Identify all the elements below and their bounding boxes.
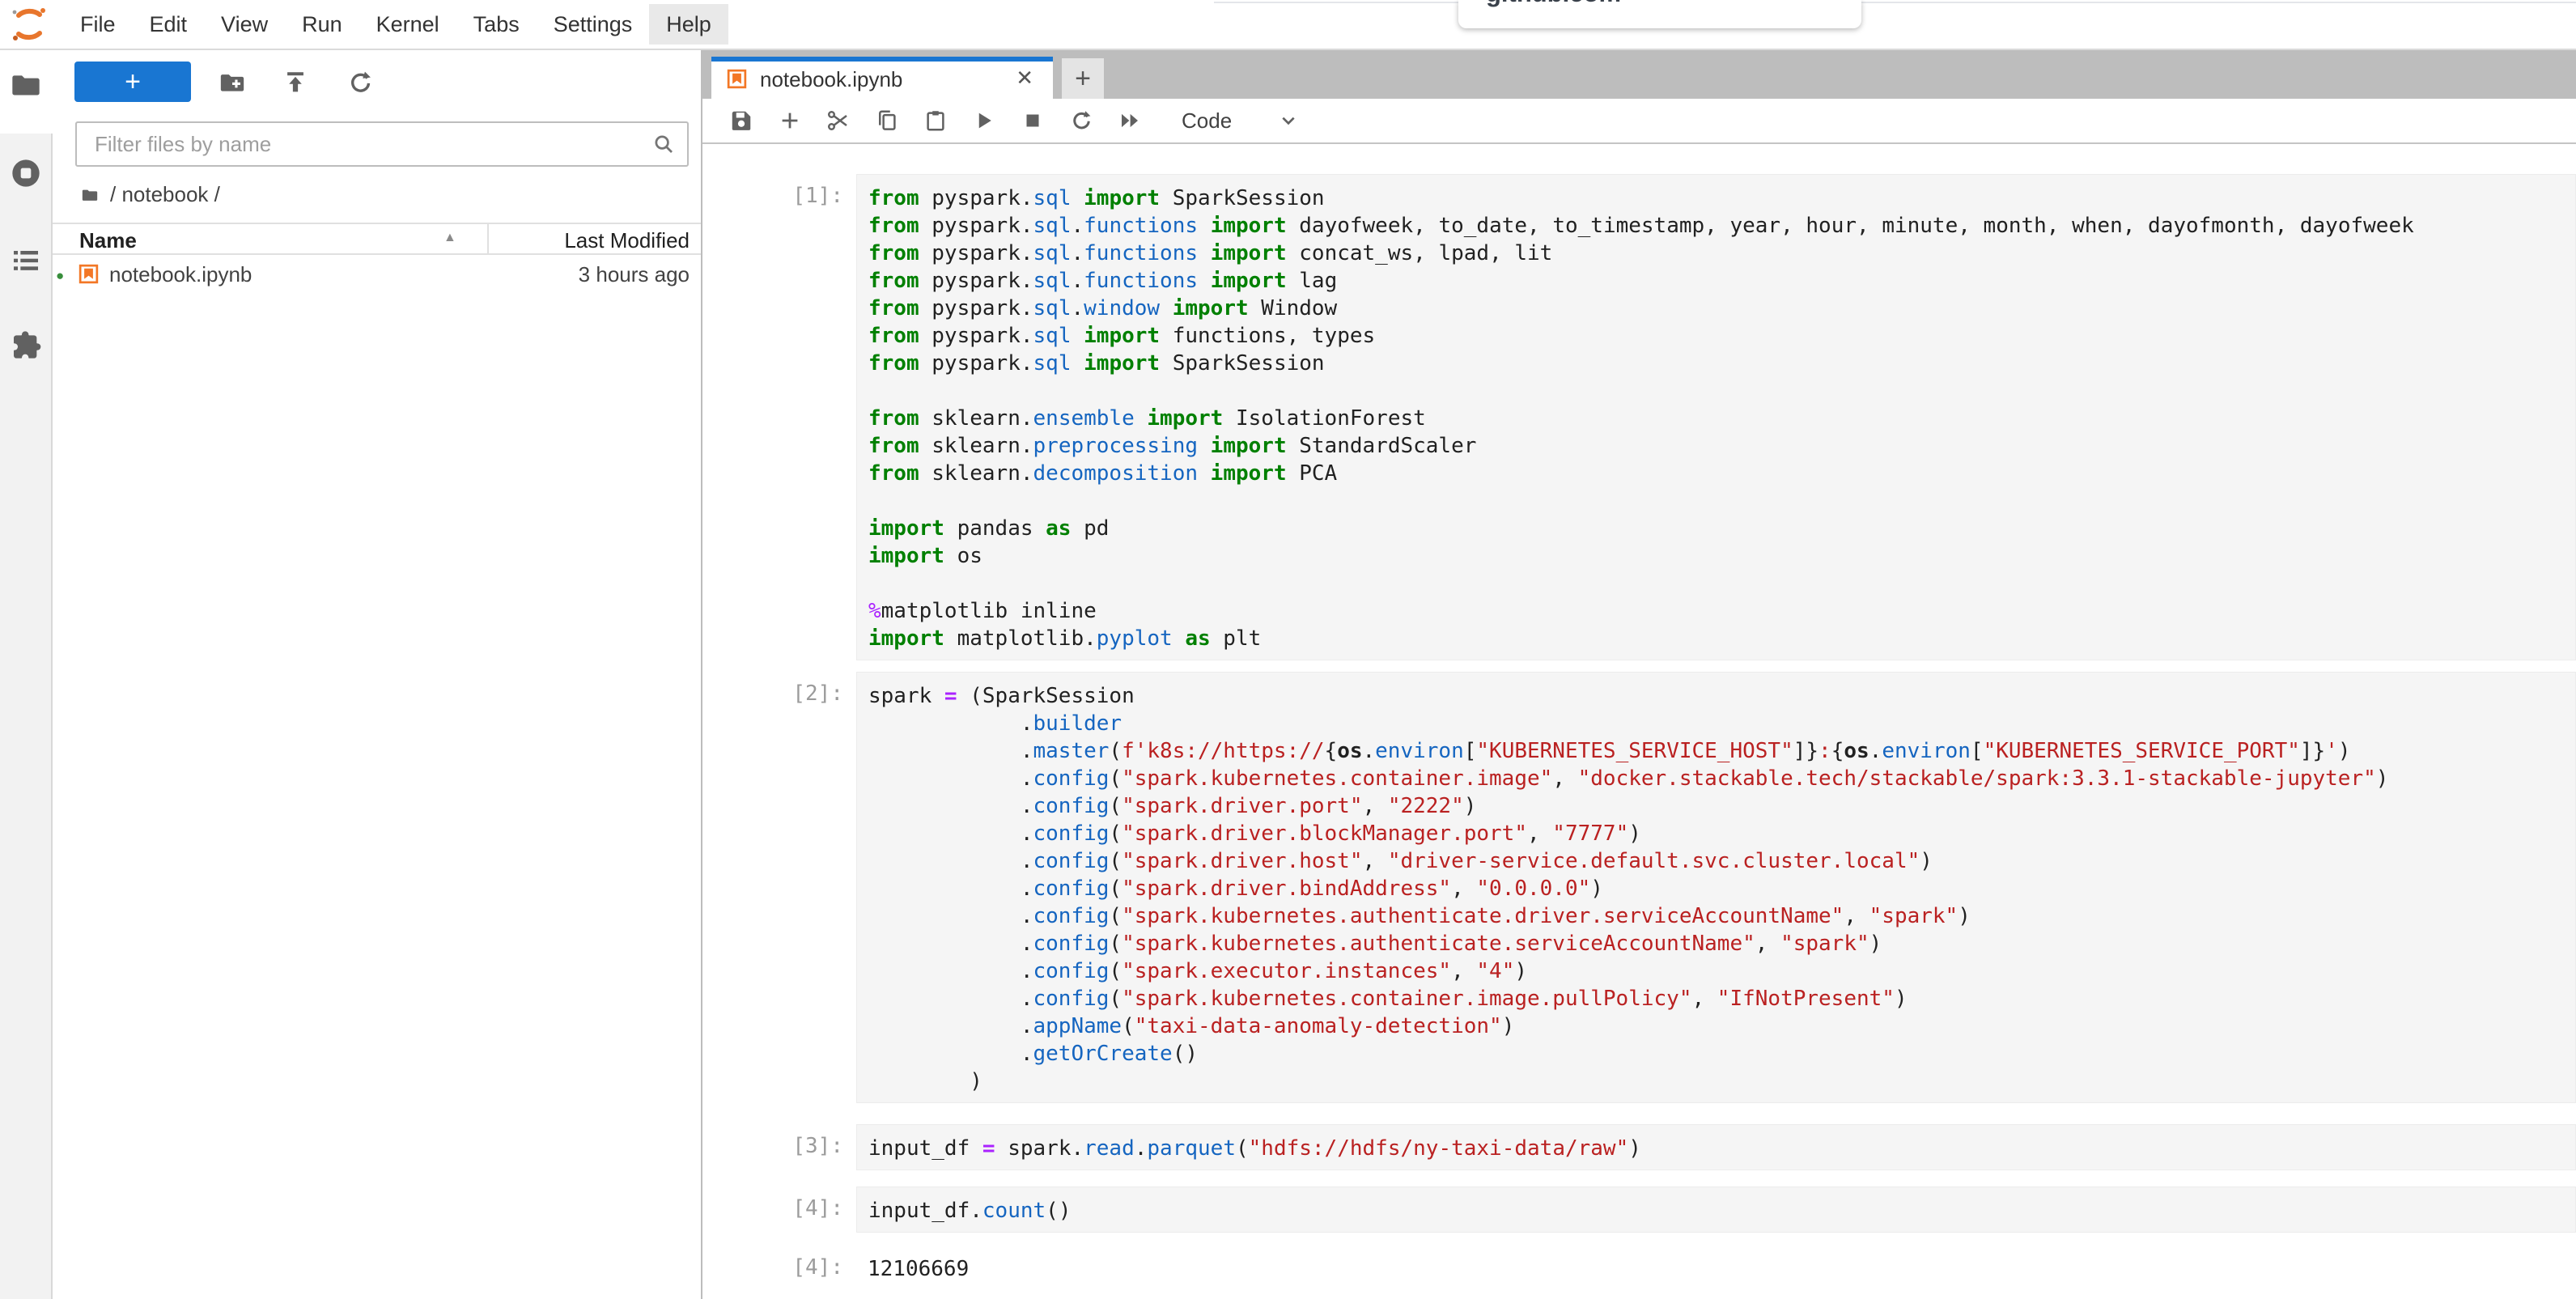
stop-icon	[1021, 108, 1045, 133]
sidebar-tab-running-sessions[interactable]	[9, 158, 43, 192]
sidebar-tab-extension-manager[interactable]	[9, 329, 43, 363]
refresh-button[interactable]	[342, 65, 378, 100]
cut-cells-button[interactable]	[822, 101, 855, 140]
new-launcher-button[interactable]: +	[74, 62, 191, 102]
folder-icon	[10, 69, 42, 105]
new-tab-button[interactable]: +	[1062, 58, 1104, 99]
github-popup: github.com	[1458, 0, 1861, 28]
file-list: ● notebook.ipynb 3 hours ago	[53, 257, 701, 294]
kernel-running-dot: ●	[56, 268, 64, 284]
run-cell-button[interactable]	[968, 101, 1000, 140]
upload-icon	[282, 69, 309, 96]
extensions-icon	[10, 329, 42, 365]
new-folder-button[interactable]	[214, 65, 250, 100]
running-icon	[10, 157, 42, 193]
column-header-name[interactable]: Name	[79, 228, 137, 253]
menu-item-kernel[interactable]: Kernel	[359, 4, 456, 45]
input-prompt: [1]:	[702, 174, 856, 660]
run-icon	[972, 108, 996, 133]
search-icon	[651, 132, 676, 156]
plus-icon: +	[125, 66, 141, 98]
column-header-modified[interactable]: Last Modified	[564, 228, 690, 253]
copy-cells-button[interactable]	[871, 101, 903, 140]
file-name: notebook.ipynb	[109, 262, 252, 287]
menu-item-settings[interactable]: Settings	[537, 4, 650, 45]
sidebar-tab-file-browser[interactable]	[9, 70, 43, 104]
column-divider	[487, 224, 489, 253]
interrupt-kernel-button[interactable]	[1016, 101, 1049, 140]
output-cell: [4]:12106669	[702, 1246, 2576, 1290]
file-filter-input[interactable]	[95, 123, 629, 165]
output-prompt: [4]:	[702, 1246, 856, 1290]
restart-run-all-button[interactable]	[1114, 101, 1146, 140]
menu-item-view[interactable]: View	[204, 4, 285, 45]
notebook-file-icon	[78, 263, 100, 285]
sort-ascending-icon: ▲	[443, 231, 456, 245]
jupyter-logo-icon	[10, 5, 49, 44]
code-cell: [1]:from pyspark.sql import SparkSession…	[702, 174, 2576, 660]
menubar-items: FileEditViewRunKernelTabsSettingsHelp	[63, 0, 728, 49]
code-cell: [2]:spark = (SparkSession .builder .mast…	[702, 672, 2576, 1103]
code-cell: [3]:input_df = spark.read.parquet("hdfs:…	[702, 1124, 2576, 1170]
left-activity-bar	[0, 50, 53, 1299]
add-cell-button[interactable]	[774, 101, 806, 140]
restart-kernel-button[interactable]	[1065, 101, 1097, 140]
tab-notebook[interactable]: notebook.ipynb ✕	[711, 57, 1053, 99]
save-button[interactable]	[725, 101, 758, 140]
input-prompt: [2]:	[702, 672, 856, 1103]
input-prompt: [3]:	[702, 1124, 856, 1170]
file-modified: 3 hours ago	[579, 262, 690, 287]
top-hairline	[1214, 2, 2576, 3]
cell-editor[interactable]: from pyspark.sql import SparkSessionfrom…	[856, 174, 2576, 660]
input-prompt: [4]:	[702, 1187, 856, 1233]
cell-type-value: Code	[1182, 108, 1232, 134]
tab-label: notebook.ipynb	[760, 67, 902, 92]
code-cell: [4]:input_df.count()	[702, 1187, 2576, 1233]
menubar: FileEditViewRunKernelTabsSettingsHelp	[0, 0, 2576, 50]
cell-editor[interactable]: spark = (SparkSession .builder .master(f…	[856, 672, 2576, 1103]
close-icon[interactable]: ✕	[1016, 66, 1033, 91]
menu-item-help[interactable]: Help	[649, 4, 728, 45]
dock-tab-bar: notebook.ipynb ✕ +	[702, 50, 2576, 99]
paste-icon	[923, 108, 948, 133]
cell-output: 12106669	[856, 1246, 2576, 1290]
github-popup-text: github.com	[1486, 0, 1621, 8]
paste-cells-button[interactable]	[919, 101, 952, 140]
file-row[interactable]: ● notebook.ipynb 3 hours ago	[53, 257, 701, 294]
chevron-down-icon	[1279, 111, 1298, 130]
upload-button[interactable]	[278, 65, 313, 100]
notebook-scroll-area[interactable]: [1]:from pyspark.sql import SparkSession…	[702, 146, 2576, 1299]
breadcrumb-path: / notebook /	[110, 182, 220, 207]
add-icon	[778, 108, 802, 133]
notebook-file-icon	[726, 68, 748, 90]
breadcrumb[interactable]: / notebook /	[79, 182, 220, 207]
scissors-icon	[826, 108, 851, 133]
file-filter-box	[75, 121, 689, 167]
folder-icon	[79, 186, 100, 204]
sidebar-tab-table-of-contents[interactable]	[9, 245, 43, 279]
new-folder-icon	[219, 69, 246, 96]
jupyterlab-window: FileEditViewRunKernelTabsSettingsHelp gi…	[0, 0, 2576, 1299]
menu-item-tabs[interactable]: Tabs	[456, 4, 537, 45]
file-browser-panel: +	[53, 50, 701, 1299]
menu-item-file[interactable]: File	[63, 4, 133, 45]
plus-icon: +	[1075, 63, 1091, 95]
menu-item-run[interactable]: Run	[285, 4, 359, 45]
active-tab-indicator	[711, 57, 1053, 62]
copy-icon	[875, 108, 899, 133]
toc-icon	[10, 244, 42, 281]
restart-icon	[1069, 108, 1093, 133]
cell-type-dropdown[interactable]: Code	[1182, 108, 1298, 134]
fast-forward-icon	[1118, 108, 1142, 133]
cell-editor[interactable]: input_df = spark.read.parquet("hdfs://hd…	[856, 1124, 2576, 1170]
refresh-icon	[346, 69, 374, 96]
cell-editor[interactable]: input_df.count()	[856, 1187, 2576, 1233]
main-area: notebook.ipynb ✕ +	[702, 50, 2576, 1299]
save-icon	[729, 108, 753, 133]
file-list-header: Name ▲ Last Modified	[53, 223, 701, 255]
menu-item-edit[interactable]: Edit	[133, 4, 205, 45]
notebook-toolbar: Code	[702, 99, 2576, 144]
